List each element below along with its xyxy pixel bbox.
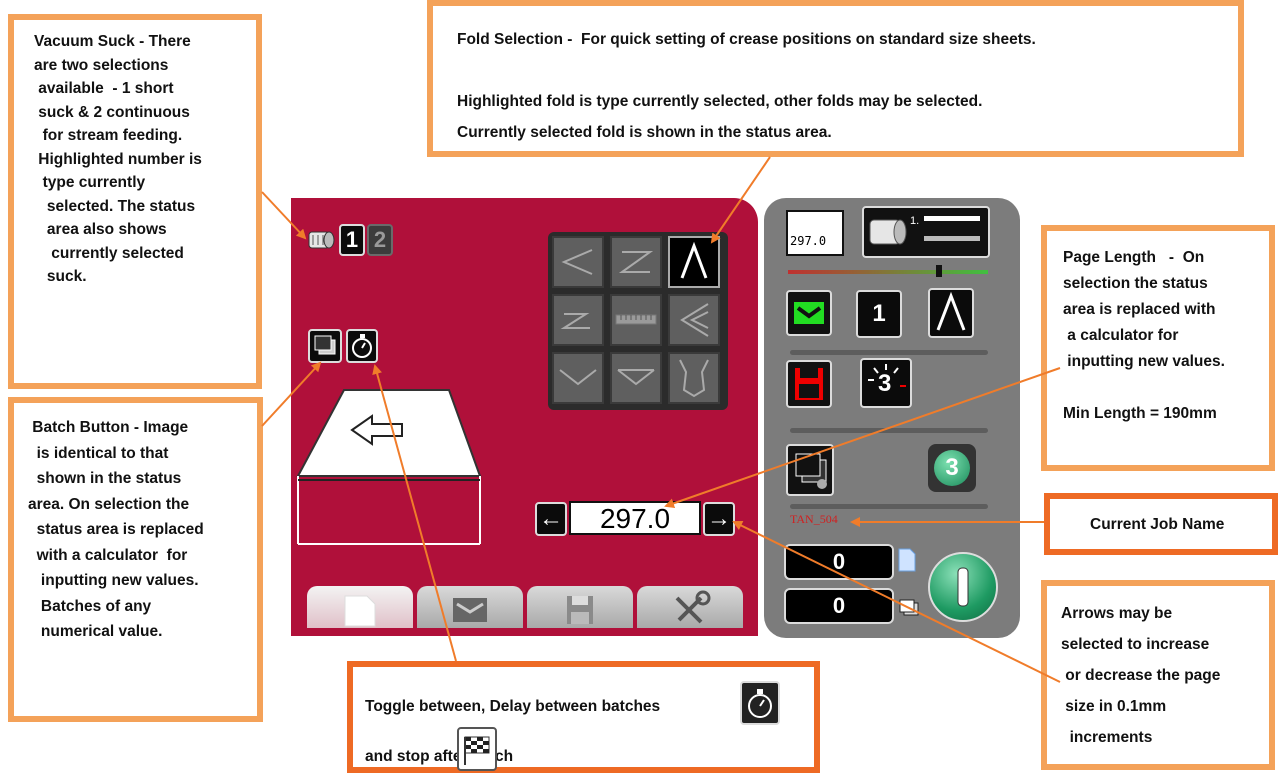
leader-batch [261, 361, 322, 427]
leader-vacuum [261, 191, 307, 240]
leader-fold [710, 156, 771, 244]
leader-page-length [664, 367, 1061, 509]
callout-leader-lines [261, 156, 1061, 683]
leader-arrows [732, 521, 1061, 683]
leader-toggle [372, 364, 457, 662]
